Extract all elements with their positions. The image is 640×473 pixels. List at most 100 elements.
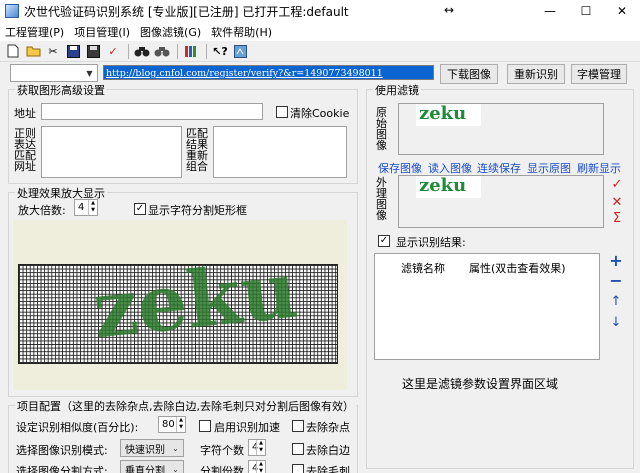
spinner-arrows-icon[interactable]: ▲ ▼ bbox=[256, 440, 265, 455]
pixel-grid: zeku bbox=[18, 244, 338, 364]
filter-attr-header: 属性(双击查看效果) bbox=[469, 262, 566, 275]
filter-name-header: 滤镜名称 bbox=[401, 262, 445, 275]
show-result-checkbox[interactable]: ✓ bbox=[378, 235, 390, 247]
menu-image-filter[interactable]: 图像滤镜(G) bbox=[135, 24, 206, 40]
title-bar: 次世代验证码识别系统 [专业版][已注册] 已打开工程:default ↔ — … bbox=[0, 0, 640, 22]
apply-check-icon[interactable]: ✓ bbox=[610, 178, 624, 191]
match-textarea[interactable] bbox=[213, 126, 347, 178]
mode-label: 选择图像识别模式: bbox=[16, 444, 108, 457]
move-down-icon[interactable]: ↓ bbox=[609, 316, 623, 329]
sigma-icon[interactable]: Σ bbox=[610, 212, 624, 225]
window-title: 次世代验证码识别系统 [专业版][已注册] 已打开工程:default bbox=[24, 4, 349, 19]
split-select[interactable]: 垂直分割 ⌄ bbox=[120, 460, 184, 473]
spinner-arrows-icon[interactable]: ▲ ▼ bbox=[256, 461, 265, 473]
show-result-label: 显示识别结果: bbox=[396, 236, 466, 249]
filter-params-info: 这里是滤镜参数设置界面区域 bbox=[402, 377, 559, 391]
remove-filter-icon[interactable]: − bbox=[609, 273, 623, 289]
save-as-icon[interactable] bbox=[84, 42, 102, 60]
denoise-checkbox[interactable] bbox=[292, 420, 304, 432]
regex-label: 正则表达匹配网址 bbox=[14, 127, 36, 173]
deburr-label: 去除毛刺 bbox=[306, 465, 350, 473]
processed-captcha-text: zeku bbox=[419, 175, 467, 196]
charset-manage-button[interactable]: 字模管理 bbox=[571, 64, 627, 84]
trim-white-checkbox[interactable] bbox=[292, 443, 304, 455]
menu-item-manage[interactable]: 项目管理(I) bbox=[69, 24, 135, 40]
open-folder-icon[interactable] bbox=[24, 42, 42, 60]
accel-checkbox[interactable] bbox=[199, 420, 211, 432]
address-input[interactable] bbox=[41, 103, 263, 120]
chevron-down-icon: ⌄ bbox=[172, 443, 179, 453]
move-up-icon[interactable]: ↑ bbox=[609, 295, 623, 308]
zoomed-captcha-text: zeku bbox=[88, 244, 302, 357]
show-original-link[interactable]: 显示原图 bbox=[527, 160, 571, 176]
mode-select[interactable]: 快速识别 ⌄ bbox=[120, 439, 184, 457]
filter-panel-title: 使用滤镜 bbox=[373, 82, 421, 98]
split-label: 选择图像分割方式: bbox=[16, 465, 108, 473]
remove-x-icon[interactable]: ✕ bbox=[610, 196, 624, 209]
filter-table[interactable]: 滤镜名称 属性(双击查看效果) bbox=[374, 253, 600, 360]
project-config-title: 项目配置（这里的去除杂点,去除白边,去除毛刺只对分割后图像有效） bbox=[15, 398, 356, 414]
regex-textarea[interactable] bbox=[41, 126, 182, 178]
help-cursor-icon[interactable]: ↖? bbox=[211, 42, 229, 60]
spinner-arrows-icon[interactable]: ▲ ▼ bbox=[88, 200, 97, 215]
deburr-checkbox[interactable] bbox=[292, 464, 304, 473]
save-image-link[interactable]: 保存图像 bbox=[378, 160, 422, 176]
mode-value: 快速识别 bbox=[125, 444, 165, 456]
char-count-label: 字符个数 bbox=[200, 444, 244, 457]
toolbar-separator bbox=[177, 43, 178, 59]
check-icon[interactable]: ✓ bbox=[104, 42, 122, 60]
continuous-save-link[interactable]: 连续保存 bbox=[477, 160, 521, 176]
clear-cookie-label: 清除Cookie bbox=[290, 107, 350, 120]
new-file-icon[interactable] bbox=[4, 42, 22, 60]
split-count-spinner[interactable]: 4 ▲ ▼ bbox=[248, 460, 266, 473]
similarity-value: 80 bbox=[162, 419, 175, 430]
close-button[interactable]: ✕ bbox=[604, 0, 640, 22]
library-icon[interactable] bbox=[182, 42, 200, 60]
url-history-select[interactable]: ▼ bbox=[10, 64, 98, 82]
match-label: 匹配结果重新组合 bbox=[186, 127, 208, 173]
original-image-box: zeku bbox=[398, 103, 604, 155]
split-value: 垂直分割 bbox=[125, 465, 165, 473]
chevron-down-icon: ▼ bbox=[86, 68, 93, 78]
spinner-arrows-icon[interactable]: ▲ ▼ bbox=[176, 417, 185, 432]
similarity-spinner[interactable]: 80 ▲ ▼ bbox=[158, 416, 186, 433]
advanced-settings-title: 获取图形高级设置 bbox=[15, 82, 107, 98]
minimize-button[interactable]: — bbox=[532, 0, 568, 22]
accel-label: 启用识别加速 bbox=[214, 421, 280, 434]
refresh-display-link[interactable]: 刷新显示 bbox=[577, 160, 621, 176]
menu-project-manage[interactable]: 工程管理(P) bbox=[0, 24, 69, 40]
show-rect-checkbox[interactable]: ✓ bbox=[134, 203, 146, 215]
zoom-value: 4 bbox=[78, 202, 85, 213]
original-captcha-text: zeku bbox=[419, 103, 467, 124]
trim-white-label: 去除白边 bbox=[306, 444, 350, 457]
denoise-label: 去除杂点 bbox=[306, 421, 350, 434]
zoom-label: 放大倍数: bbox=[18, 204, 66, 217]
cut-icon[interactable]: ✂ bbox=[44, 42, 62, 60]
toolbar: ✂ ✓ ↖? bbox=[0, 41, 640, 62]
chevron-down-icon: ⌄ bbox=[172, 464, 179, 473]
zoom-spinner[interactable]: 4 ▲ ▼ bbox=[74, 199, 98, 216]
original-image-label: 原始图像 bbox=[376, 106, 387, 152]
save-icon[interactable] bbox=[64, 42, 82, 60]
binoculars-icon[interactable] bbox=[133, 42, 151, 60]
reidentify-button[interactable]: 重新识别 bbox=[507, 64, 565, 84]
resize-arrows-icon: ↔ bbox=[444, 3, 455, 17]
about-icon[interactable] bbox=[231, 42, 249, 60]
load-image-link[interactable]: 读入图像 bbox=[428, 160, 472, 176]
split-count-label: 分割份数 bbox=[200, 465, 244, 473]
toolbar-separator bbox=[206, 43, 207, 59]
maximize-button[interactable]: ☐ bbox=[568, 0, 604, 22]
find-replace-icon[interactable] bbox=[153, 42, 171, 60]
menu-help[interactable]: 软件帮助(H) bbox=[206, 24, 277, 40]
processed-image-box: zeku bbox=[398, 175, 604, 228]
clear-cookie-checkbox[interactable] bbox=[276, 106, 288, 118]
menu-bar: 工程管理(P) 项目管理(I) 图像滤镜(G) 软件帮助(H) bbox=[0, 22, 640, 41]
toolbar-separator bbox=[128, 43, 129, 59]
address-label: 地址 bbox=[14, 107, 36, 120]
char-count-spinner[interactable]: 4 ▲ ▼ bbox=[248, 439, 266, 456]
similarity-label: 设定识别相似度(百分比): bbox=[16, 421, 139, 434]
download-image-button[interactable]: 下载图像 bbox=[440, 64, 498, 84]
url-input[interactable]: http://blog.cnfol.com/register/verify?&r… bbox=[103, 65, 434, 80]
add-filter-icon[interactable]: + bbox=[609, 253, 623, 269]
app-icon bbox=[5, 4, 19, 18]
